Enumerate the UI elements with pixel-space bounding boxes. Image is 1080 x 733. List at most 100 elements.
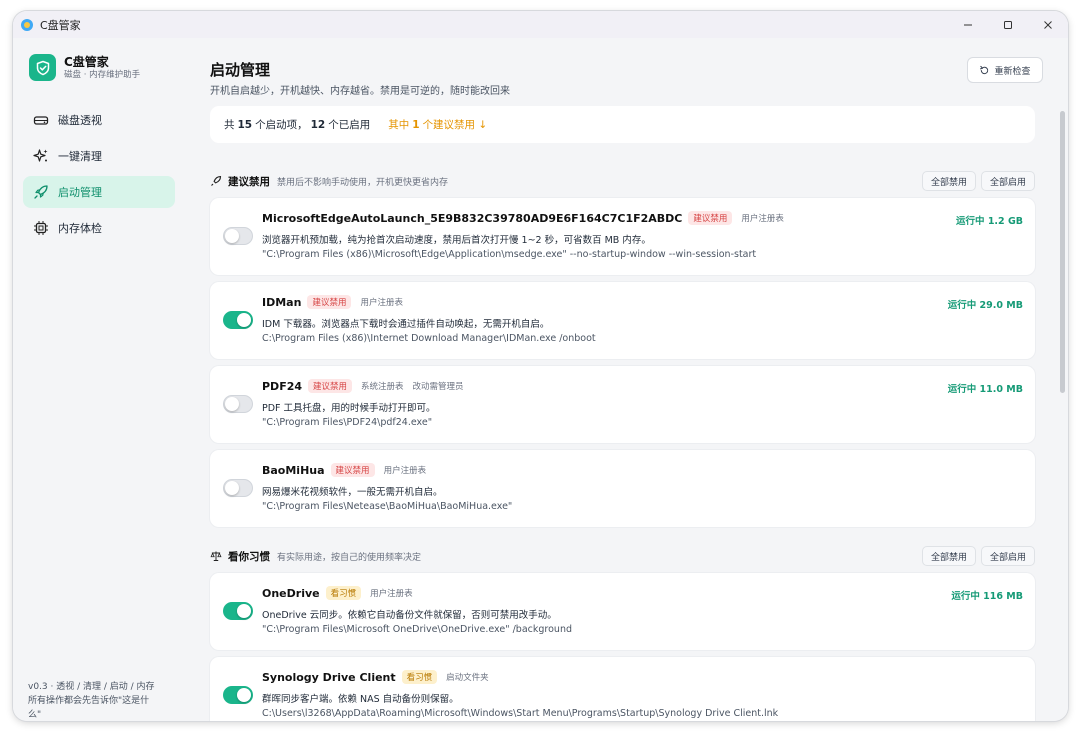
close-icon (1044, 20, 1052, 29)
minimize-icon (964, 24, 972, 25)
disable-all-button[interactable]: 全部禁用 (921, 546, 976, 566)
enable-all-button[interactable]: 全部启用 (980, 546, 1035, 566)
sidebar-item-label: 一键清理 (58, 150, 102, 163)
sidebar-item-label: 磁盘透视 (58, 114, 102, 127)
sidebar-item-memory[interactable]: 内存体检 (23, 212, 175, 244)
recheck-label: 重新检查 (994, 66, 1031, 77)
page-title: 启动管理 (210, 61, 271, 79)
summary-warning-link[interactable]: 其中 1 个建议禁用 ↓ (388, 117, 487, 132)
main-content: 启动管理 开机自启越少，开机越快、内存越省。禁用是可逆的，随时能改回来 重新检查… (185, 38, 1068, 721)
summary-warn-prefix: 其中 (388, 119, 410, 131)
sidebar-item-startup[interactable]: 启动管理 (23, 176, 175, 208)
disable-all-button[interactable]: 全部禁用 (921, 171, 976, 191)
summary-warn-suffix: 个建议禁用 ↓ (422, 119, 488, 131)
startup-item-desc: 网易爆米花视频软件，一般无需开机自启。 (262, 487, 443, 498)
source-tag: 用户注册表 (360, 298, 403, 308)
footer-note-cont: 么" (28, 710, 42, 720)
section-header-habit: 看你习惯 有实际用途，按自己的使用频率决定 全部禁用 全部启用 (210, 546, 1035, 566)
summary-prefix: 共 (224, 119, 235, 131)
startup-toggle[interactable] (223, 686, 253, 704)
maximize-button[interactable] (988, 11, 1028, 38)
footer-version: v0.3 · 透视 / 清理 / 启动 / 内存 (28, 682, 155, 692)
habit-badge: 看习惯 (325, 586, 362, 600)
startup-toggle[interactable] (223, 311, 253, 329)
running-status: 运行中 29.0 MB (947, 300, 1023, 311)
app-window: C盘管家 C盘管家 磁盘 · 内存维护助手 磁盘透视 一键清理 启动管理 内存体… (13, 11, 1068, 721)
startup-toggle[interactable] (223, 602, 253, 620)
source-tag: 用户注册表 (383, 466, 427, 476)
running-status: 运行中 11.0 MB (947, 384, 1023, 395)
habit-badge: 看习惯 (401, 670, 438, 684)
section-header-recommended: 建议禁用 禁用后不影响手动使用，开机更快更省内存 全部禁用 全部启用 (210, 171, 1035, 191)
app-logo-icon (21, 18, 33, 31)
window-title: C盘管家 (40, 18, 81, 32)
sidebar-item-clean[interactable]: 一键清理 (23, 140, 175, 172)
enable-all-button[interactable]: 全部启用 (980, 171, 1035, 191)
recommend-badge: 建议禁用 (688, 211, 733, 225)
startup-item-card: PDF24 建议禁用 系统注册表 改动需管理员 PDF 工具托盘，用的时候手动打… (210, 366, 1035, 443)
window-controls (948, 11, 1068, 38)
startup-toggle[interactable] (223, 479, 253, 497)
startup-item-name: MicrosoftEdgeAutoLaunch_5E9B832C39780AD9… (262, 211, 683, 225)
page-subtitle: 开机自启越少，开机越快、内存越省。禁用是可逆的，随时能改回来 (210, 86, 510, 97)
source-tag: 用户注册表 (741, 214, 784, 224)
recommend-badge: 建议禁用 (307, 295, 352, 309)
chip-icon (34, 221, 48, 235)
footer-note: 所有操作都会先告诉你"这是什 (28, 696, 150, 706)
startup-item-name: IDMan (262, 295, 302, 309)
minimize-button[interactable] (948, 11, 988, 38)
startup-item-name: Synology Drive Client (262, 670, 396, 684)
summary-bar: 共 15 个启动项， 12 个已启用 其中 1 个建议禁用 ↓ (210, 106, 1035, 143)
sidebar-item-label: 启动管理 (58, 186, 102, 199)
startup-item-command: "C:\Program Files\PDF24\pdf24.exe" (262, 417, 433, 428)
sidebar-footer: v0.3 · 透视 / 清理 / 启动 / 内存 所有操作都会先告诉你"这是什 … (28, 680, 178, 721)
startup-item-card: IDMan 建议禁用 用户注册表 IDM 下载器。浏览器点下载时会通过插件自动唤… (210, 282, 1035, 359)
summary-warn-count: 1 (412, 119, 420, 131)
startup-item-desc: PDF 工具托盘，用的时候手动打开即可。 (262, 403, 436, 414)
startup-toggle[interactable] (223, 227, 253, 245)
startup-item-desc: IDM 下载器。浏览器点下载时会通过插件自动唤起，无需开机自启。 (262, 319, 550, 330)
recheck-button[interactable]: 重新检查 (967, 57, 1043, 83)
brand: C盘管家 磁盘 · 内存维护助手 (29, 54, 140, 81)
section-title: 看你习惯 (228, 550, 270, 563)
brand-name: C盘管家 (64, 54, 109, 69)
startup-item-name: BaoMiHua (262, 463, 325, 477)
startup-item-command: C:\Program Files (x86)\Internet Download… (262, 333, 596, 344)
startup-item-card: Synology Drive Client 看习惯 启动文件夹 群晖同步客户端。… (210, 657, 1035, 721)
maximize-icon (1004, 20, 1012, 29)
sidebar-item-label: 内存体检 (58, 222, 102, 235)
running-status: 运行中 1.2 GB (956, 216, 1023, 227)
admin-tag: 改动需管理员 (412, 382, 464, 392)
startup-item-card: MicrosoftEdgeAutoLaunch_5E9B832C39780AD9… (210, 198, 1035, 275)
startup-item-command: C:\Users\l3268\AppData\Roaming\Microsoft… (262, 708, 779, 719)
section-note: 有实际用途，按自己的使用频率决定 (277, 552, 422, 563)
summary-total-count: 15 (237, 118, 253, 131)
close-button[interactable] (1028, 11, 1068, 38)
scrollbar-thumb[interactable] (1060, 111, 1065, 393)
refresh-icon (980, 65, 989, 74)
rocket-icon (34, 185, 48, 199)
scale-icon (210, 551, 222, 561)
startup-item-card: BaoMiHua 建议禁用 用户注册表 网易爆米花视频软件，一般无需开机自启。 … (210, 450, 1035, 527)
source-tag: 启动文件夹 (446, 673, 489, 683)
startup-item-desc: 群晖同步客户端。依赖 NAS 自动备份则保留。 (262, 694, 459, 705)
startup-item-name: OneDrive (262, 586, 320, 600)
startup-item-name: PDF24 (262, 379, 303, 393)
titlebar[interactable]: C盘管家 (13, 11, 1068, 38)
running-status: 运行中 116 MB (951, 591, 1023, 602)
startup-item-command: "C:\Program Files\Microsoft OneDrive\One… (262, 624, 572, 635)
shield-check-icon (29, 54, 56, 81)
brand-subtitle: 磁盘 · 内存维护助手 (64, 69, 141, 80)
startup-item-command: "C:\Program Files\Netease\BaoMiHua\BaoMi… (262, 501, 513, 512)
sidebar: C盘管家 磁盘 · 内存维护助手 磁盘透视 一键清理 启动管理 内存体检 v0.… (13, 38, 185, 721)
summary-suffix: 个已启用 (328, 119, 371, 131)
summary-mid: 个启动项， (255, 119, 308, 131)
sidebar-item-disk[interactable]: 磁盘透视 (23, 104, 175, 136)
startup-toggle[interactable] (223, 395, 253, 413)
section-title: 建议禁用 (228, 175, 270, 188)
section-note: 禁用后不影响手动使用，开机更快更省内存 (277, 177, 449, 188)
recommend-badge: 建议禁用 (330, 463, 375, 477)
summary-enabled-count: 12 (310, 118, 326, 131)
source-tag: 用户注册表 (370, 589, 413, 599)
recommend-badge: 建议禁用 (308, 379, 353, 393)
